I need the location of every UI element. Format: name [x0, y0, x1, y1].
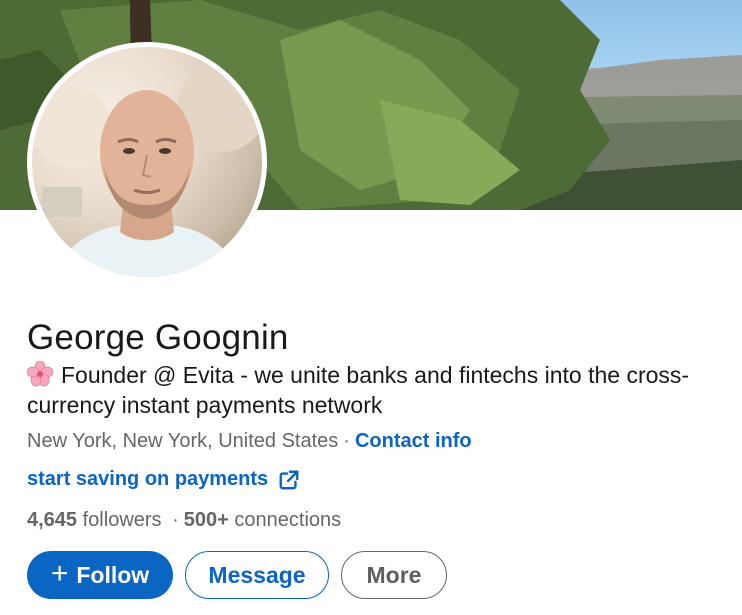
profile-photo[interactable]: [27, 42, 267, 282]
follow-button[interactable]: + Follow: [27, 551, 173, 599]
cherry-blossom-icon: [27, 361, 53, 387]
contact-info-link[interactable]: Contact info: [355, 430, 472, 452]
website-label: start saving on payments: [27, 468, 269, 490]
profile-name: George Goognin: [27, 318, 289, 357]
more-label: More: [366, 561, 422, 588]
followers-label: followers: [82, 509, 162, 531]
more-button[interactable]: More: [341, 551, 447, 599]
location-text: New York, New York, United States: [27, 430, 339, 452]
separator-dot: ·: [343, 430, 350, 452]
location-row: New York, New York, United States · Contac…: [27, 430, 472, 453]
stats-separator: ·: [172, 509, 179, 531]
plus-icon: +: [50, 556, 69, 590]
external-link-icon: [279, 470, 299, 489]
person-portrait-image: [32, 62, 262, 277]
headline-text: Founder @ Evita - we unite banks and fin…: [27, 362, 690, 418]
follow-label: Follow: [76, 561, 150, 588]
stats-row: 4,645 followers · 500+ connections: [27, 509, 341, 532]
message-button[interactable]: Message: [185, 551, 329, 599]
avatar: [32, 47, 262, 277]
message-label: Message: [208, 561, 306, 588]
followers-count: 4,645: [27, 509, 78, 531]
profile-headline: Founder @ Evita - we unite banks and fin…: [27, 360, 727, 420]
connections-count[interactable]: 500+: [184, 509, 229, 531]
website-link[interactable]: start saving on payments: [27, 468, 300, 491]
connections-label[interactable]: connections: [234, 509, 341, 531]
